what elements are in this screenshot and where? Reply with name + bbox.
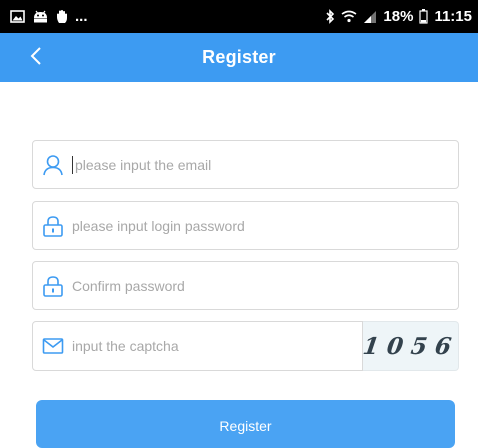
confirm-password-input[interactable] [72, 262, 458, 309]
page-title: Register [202, 47, 276, 67]
android-icon [32, 10, 49, 24]
status-bar: ... 18% 11:15 [0, 0, 478, 33]
email-input[interactable] [72, 155, 458, 174]
confirm-password-field[interactable] [32, 261, 459, 310]
status-overflow: ... [75, 8, 88, 25]
captcha-image[interactable]: 1056 [360, 321, 461, 371]
password-field[interactable] [32, 201, 459, 250]
captcha-input[interactable] [72, 322, 362, 370]
battery-icon [419, 9, 429, 24]
lock-icon [41, 274, 65, 298]
image-icon [10, 10, 25, 23]
bluetooth-icon [325, 9, 335, 24]
nav-bar: Register [0, 33, 478, 82]
clock: 11:15 [434, 8, 472, 25]
email-field[interactable] [32, 140, 459, 189]
captcha-code: 1056 [360, 332, 461, 360]
user-icon [41, 153, 65, 177]
captcha-field[interactable] [32, 321, 363, 371]
mail-icon [41, 334, 65, 358]
hand-icon [56, 9, 68, 24]
back-button[interactable] [24, 45, 48, 71]
chevron-left-icon [30, 46, 42, 71]
lock-icon [41, 214, 65, 238]
captcha-group: 1056 [32, 321, 461, 371]
register-button[interactable]: Register [36, 400, 455, 448]
signal-icon [363, 10, 377, 24]
wifi-icon [341, 10, 357, 24]
password-input[interactable] [72, 202, 458, 249]
status-left-icons: ... [10, 8, 88, 25]
status-right-icons: 18% 11:15 [325, 8, 472, 25]
battery-percent: 18% [383, 8, 414, 25]
